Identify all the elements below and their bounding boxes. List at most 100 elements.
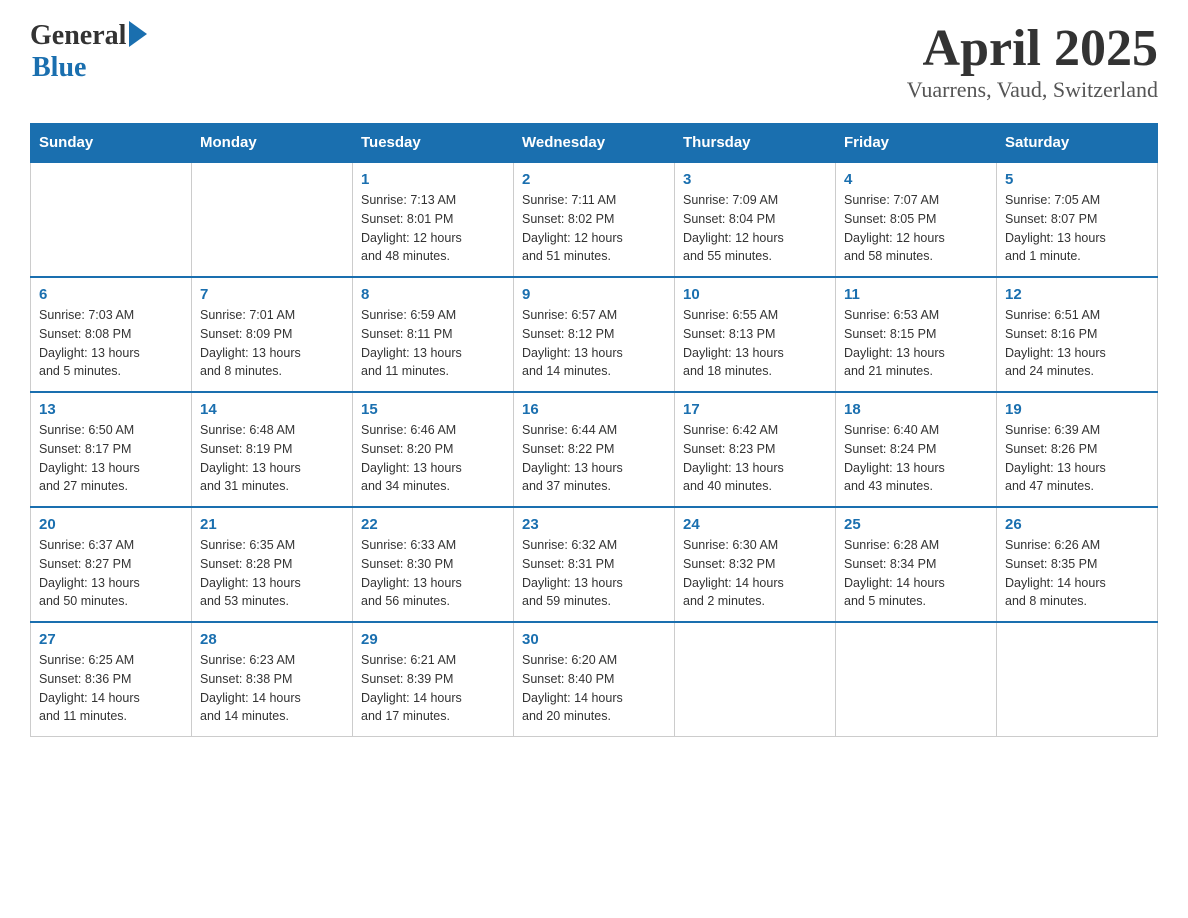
day-number: 30 [522, 631, 666, 648]
calendar-cell: 17Sunrise: 6:42 AM Sunset: 8:23 PM Dayli… [675, 392, 836, 507]
calendar-cell: 29 Sunrise: 6:21 AM Sunset: 8:39 PM Dayli… [353, 622, 514, 737]
day-number: 12 [1005, 286, 1149, 303]
calendar-cell: 13Sunrise: 6:50 AM Sunset: 8:17 PM Dayli… [31, 392, 192, 507]
day-number: 15 [361, 401, 505, 418]
week-row-4: 20 Sunrise: 6:37 AM Sunset: 8:27 PM Dayli… [31, 507, 1158, 622]
weekday-header-wednesday: Wednesday [514, 124, 675, 163]
calendar-cell: 23 Sunrise: 6:32 AM Sunset: 8:31 PM Dayli… [514, 507, 675, 622]
week-row-5: 27 Sunrise: 6:25 AM Sunset: 8:36 PM Dayli… [31, 622, 1158, 737]
day-number: 29 [361, 631, 505, 648]
calendar-cell: 2 Sunrise: 7:11 AM Sunset: 8:02 PM Daylig… [514, 162, 675, 277]
day-info: Sunrise: 6:55 AM Sunset: 8:13 PM Dayligh… [683, 306, 827, 381]
day-info: Sunrise: 7:11 AM Sunset: 8:02 PM Dayligh… [522, 191, 666, 266]
location-text: Vuarrens, Vaud, Switzerland [907, 77, 1158, 103]
day-info: Sunrise: 6:53 AM Sunset: 8:15 PM Dayligh… [844, 306, 988, 381]
calendar-cell: 19 Sunrise: 6:39 AM Sunset: 8:26 PM Dayli… [997, 392, 1158, 507]
calendar-cell: 5Sunrise: 7:05 AM Sunset: 8:07 PM Daylig… [997, 162, 1158, 277]
day-number: 28 [200, 631, 344, 648]
day-number: 22 [361, 516, 505, 533]
day-number: 9 [522, 286, 666, 303]
weekday-header-saturday: Saturday [997, 124, 1158, 163]
day-info: Sunrise: 6:23 AM Sunset: 8:38 PM Dayligh… [200, 651, 344, 726]
day-number: 2 [522, 171, 666, 188]
day-info: Sunrise: 6:21 AM Sunset: 8:39 PM Dayligh… [361, 651, 505, 726]
calendar-cell: 11 Sunrise: 6:53 AM Sunset: 8:15 PM Dayli… [836, 277, 997, 392]
calendar-cell: 14 Sunrise: 6:48 AM Sunset: 8:19 PM Dayli… [192, 392, 353, 507]
calendar-cell: 1 Sunrise: 7:13 AM Sunset: 8:01 PM Daylig… [353, 162, 514, 277]
page-header: General Blue April 2025 Vuarrens, Vaud, … [30, 20, 1158, 103]
calendar-cell: 6Sunrise: 7:03 AM Sunset: 8:08 PM Daylig… [31, 277, 192, 392]
day-number: 23 [522, 516, 666, 533]
logo-arrow-icon [129, 21, 147, 47]
day-number: 10 [683, 286, 827, 303]
day-info: Sunrise: 6:33 AM Sunset: 8:30 PM Dayligh… [361, 536, 505, 611]
day-info: Sunrise: 6:30 AM Sunset: 8:32 PM Dayligh… [683, 536, 827, 611]
day-number: 8 [361, 286, 505, 303]
day-number: 1 [361, 171, 505, 188]
calendar-cell: 28 Sunrise: 6:23 AM Sunset: 8:38 PM Dayli… [192, 622, 353, 737]
weekday-header-friday: Friday [836, 124, 997, 163]
week-row-3: 13Sunrise: 6:50 AM Sunset: 8:17 PM Dayli… [31, 392, 1158, 507]
calendar-cell: 21 Sunrise: 6:35 AM Sunset: 8:28 PM Dayli… [192, 507, 353, 622]
weekday-header-thursday: Thursday [675, 124, 836, 163]
calendar-cell [836, 622, 997, 737]
calendar-cell [31, 162, 192, 277]
calendar-cell: 16 Sunrise: 6:44 AM Sunset: 8:22 PM Dayli… [514, 392, 675, 507]
calendar-cell: 18Sunrise: 6:40 AM Sunset: 8:24 PM Dayli… [836, 392, 997, 507]
day-number: 19 [1005, 401, 1149, 418]
day-number: 27 [39, 631, 183, 648]
calendar-cell: 12 Sunrise: 6:51 AM Sunset: 8:16 PM Dayli… [997, 277, 1158, 392]
day-number: 21 [200, 516, 344, 533]
day-number: 20 [39, 516, 183, 533]
calendar-cell [997, 622, 1158, 737]
day-info: Sunrise: 6:51 AM Sunset: 8:16 PM Dayligh… [1005, 306, 1149, 381]
day-info: Sunrise: 7:03 AM Sunset: 8:08 PM Dayligh… [39, 306, 183, 381]
day-number: 25 [844, 516, 988, 533]
logo-blue-text: Blue [32, 52, 147, 84]
day-info: Sunrise: 7:13 AM Sunset: 8:01 PM Dayligh… [361, 191, 505, 266]
day-number: 3 [683, 171, 827, 188]
day-number: 13 [39, 401, 183, 418]
day-info: Sunrise: 6:59 AM Sunset: 8:11 PM Dayligh… [361, 306, 505, 381]
day-info: Sunrise: 6:37 AM Sunset: 8:27 PM Dayligh… [39, 536, 183, 611]
day-info: Sunrise: 6:26 AM Sunset: 8:35 PM Dayligh… [1005, 536, 1149, 611]
calendar-cell: 3 Sunrise: 7:09 AM Sunset: 8:04 PM Daylig… [675, 162, 836, 277]
logo-general-text: General [30, 20, 126, 52]
calendar-cell [192, 162, 353, 277]
calendar-cell: 27 Sunrise: 6:25 AM Sunset: 8:36 PM Dayli… [31, 622, 192, 737]
day-number: 16 [522, 401, 666, 418]
day-info: Sunrise: 6:28 AM Sunset: 8:34 PM Dayligh… [844, 536, 988, 611]
calendar-cell: 25 Sunrise: 6:28 AM Sunset: 8:34 PM Dayli… [836, 507, 997, 622]
calendar-cell: 8 Sunrise: 6:59 AM Sunset: 8:11 PM Daylig… [353, 277, 514, 392]
logo: General Blue [30, 20, 147, 84]
day-info: Sunrise: 6:46 AM Sunset: 8:20 PM Dayligh… [361, 421, 505, 496]
day-number: 26 [1005, 516, 1149, 533]
calendar-cell: 15 Sunrise: 6:46 AM Sunset: 8:20 PM Dayli… [353, 392, 514, 507]
calendar-cell: 22 Sunrise: 6:33 AM Sunset: 8:30 PM Dayli… [353, 507, 514, 622]
calendar-cell: 24Sunrise: 6:30 AM Sunset: 8:32 PM Dayli… [675, 507, 836, 622]
day-info: Sunrise: 6:40 AM Sunset: 8:24 PM Dayligh… [844, 421, 988, 496]
day-info: Sunrise: 6:44 AM Sunset: 8:22 PM Dayligh… [522, 421, 666, 496]
day-number: 11 [844, 286, 988, 303]
day-info: Sunrise: 6:25 AM Sunset: 8:36 PM Dayligh… [39, 651, 183, 726]
day-info: Sunrise: 7:09 AM Sunset: 8:04 PM Dayligh… [683, 191, 827, 266]
calendar-cell: 7 Sunrise: 7:01 AM Sunset: 8:09 PM Daylig… [192, 277, 353, 392]
day-info: Sunrise: 6:32 AM Sunset: 8:31 PM Dayligh… [522, 536, 666, 611]
calendar-cell: 10 Sunrise: 6:55 AM Sunset: 8:13 PM Dayli… [675, 277, 836, 392]
day-info: Sunrise: 7:07 AM Sunset: 8:05 PM Dayligh… [844, 191, 988, 266]
day-number: 14 [200, 401, 344, 418]
day-info: Sunrise: 7:01 AM Sunset: 8:09 PM Dayligh… [200, 306, 344, 381]
day-info: Sunrise: 6:39 AM Sunset: 8:26 PM Dayligh… [1005, 421, 1149, 496]
calendar-cell: 20 Sunrise: 6:37 AM Sunset: 8:27 PM Dayli… [31, 507, 192, 622]
day-number: 7 [200, 286, 344, 303]
calendar-cell [675, 622, 836, 737]
day-info: Sunrise: 6:20 AM Sunset: 8:40 PM Dayligh… [522, 651, 666, 726]
day-number: 4 [844, 171, 988, 188]
title-section: April 2025 Vuarrens, Vaud, Switzerland [907, 20, 1158, 103]
day-info: Sunrise: 6:35 AM Sunset: 8:28 PM Dayligh… [200, 536, 344, 611]
day-info: Sunrise: 6:57 AM Sunset: 8:12 PM Dayligh… [522, 306, 666, 381]
day-info: Sunrise: 6:48 AM Sunset: 8:19 PM Dayligh… [200, 421, 344, 496]
week-row-2: 6Sunrise: 7:03 AM Sunset: 8:08 PM Daylig… [31, 277, 1158, 392]
weekday-header-row: SundayMondayTuesdayWednesdayThursdayFrid… [31, 124, 1158, 163]
weekday-header-monday: Monday [192, 124, 353, 163]
